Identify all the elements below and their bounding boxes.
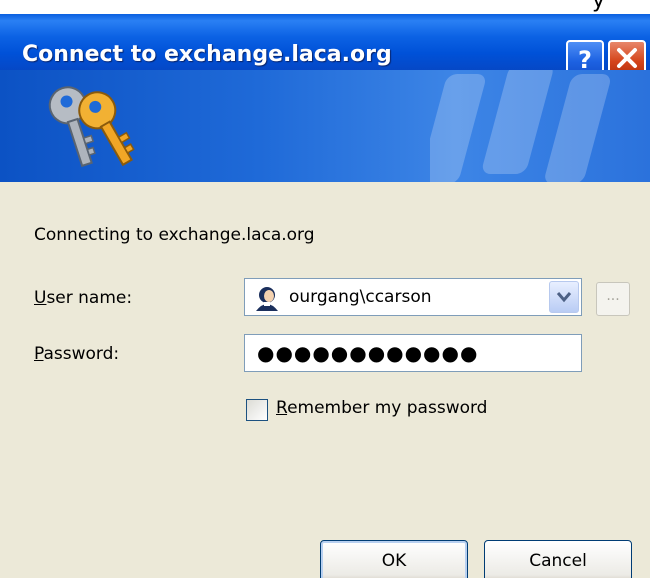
- password-label-accelerator: P: [34, 344, 44, 364]
- title-bar[interactable]: Connect to exchange.laca.org ?: [0, 14, 650, 76]
- username-label: User name:: [34, 288, 132, 308]
- remember-password-label[interactable]: Remember my password: [276, 398, 487, 418]
- ok-button[interactable]: OK: [320, 540, 468, 578]
- remember-label-text: emember my password: [287, 398, 488, 418]
- banner-watermark-keys: [430, 70, 610, 182]
- password-label: Password:: [34, 344, 119, 364]
- keys-icon: [48, 86, 135, 168]
- username-dropdown-button[interactable]: [549, 281, 579, 313]
- remember-label-accelerator: R: [276, 398, 288, 418]
- password-field[interactable]: ●●●●●●●●●●●●: [244, 334, 582, 372]
- connecting-message: Connecting to exchange.laca.org: [34, 225, 315, 245]
- password-label-text: assword:: [43, 344, 120, 364]
- username-label-text: ser name:: [46, 288, 133, 308]
- password-value: ●●●●●●●●●●●●: [257, 341, 479, 365]
- user-icon: [256, 287, 278, 311]
- username-label-accelerator: U: [34, 288, 47, 308]
- remember-password-checkbox[interactable]: [246, 399, 268, 421]
- window-title: Connect to exchange.laca.org: [22, 42, 392, 67]
- background-window-strip: y: [0, 0, 650, 14]
- username-combobox[interactable]: ourgang\ccarson: [244, 278, 582, 316]
- background-text: y: [592, 0, 606, 13]
- browse-credentials-button[interactable]: ...: [596, 282, 630, 316]
- header-banner: [0, 70, 650, 182]
- username-value: ourgang\ccarson: [289, 287, 432, 307]
- chevron-down-icon: [556, 292, 572, 303]
- cancel-button[interactable]: Cancel: [484, 540, 632, 578]
